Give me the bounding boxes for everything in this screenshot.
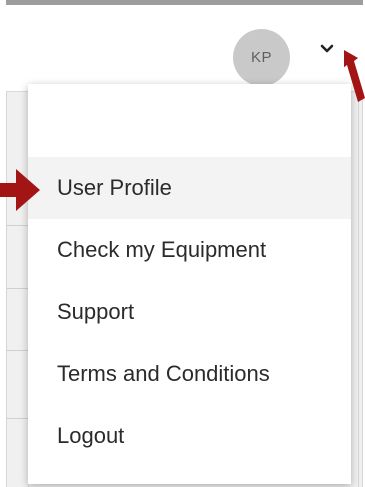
menu-item-label: Check my Equipment [57,237,267,262]
menu-item-user-profile[interactable]: User Profile [28,157,351,219]
header-top-border [6,0,363,5]
menu-item-check-equipment[interactable]: Check my Equipment [28,219,351,281]
user-dropdown-menu: User Profile Check my Equipment Support … [28,84,351,484]
avatar[interactable]: KP [233,29,290,86]
app-header [6,0,363,92]
annotation-arrow-icon [344,50,365,102]
chevron-down-icon[interactable] [318,40,336,58]
avatar-initials: KP [250,49,272,66]
menu-spacer [28,84,351,157]
menu-item-label: Terms and Conditions [57,361,270,386]
menu-item-logout[interactable]: Logout [28,405,351,467]
menu-item-label: User Profile [57,175,172,200]
menu-item-label: Logout [57,423,125,448]
table-divider [358,92,359,487]
menu-item-terms[interactable]: Terms and Conditions [28,343,351,405]
menu-item-support[interactable]: Support [28,281,351,343]
menu-item-label: Support [57,299,135,324]
annotation-arrow-icon [0,169,40,211]
